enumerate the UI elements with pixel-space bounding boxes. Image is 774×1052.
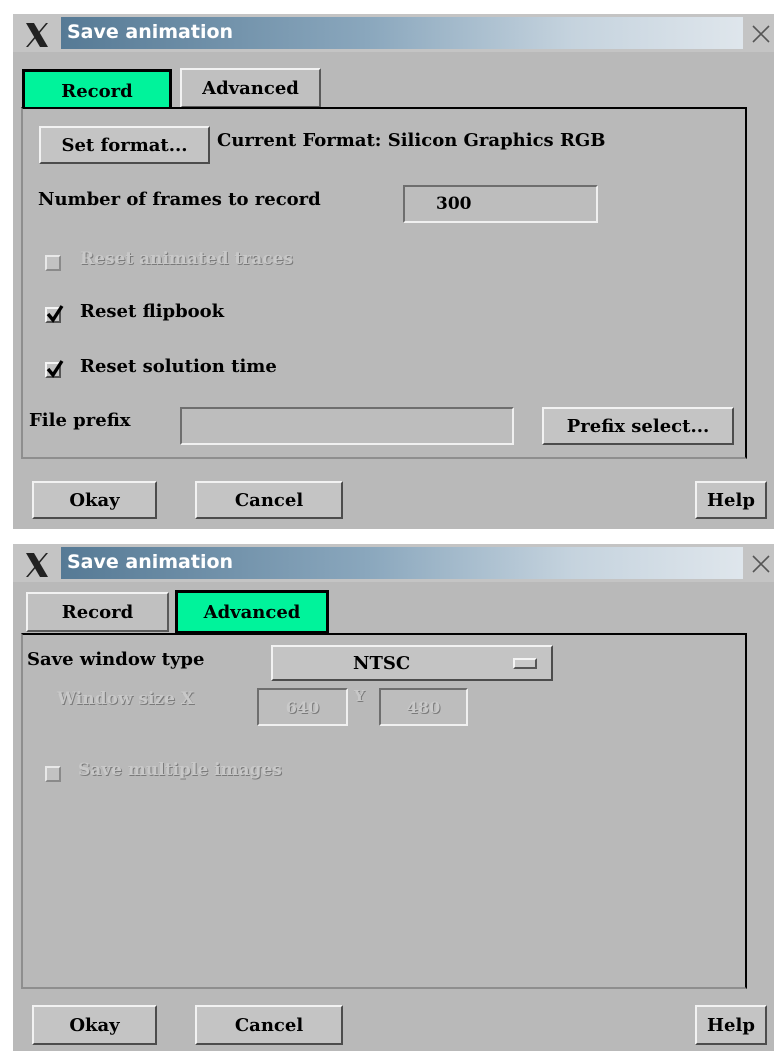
prefix-select-button[interactable]: Prefix select... [542,407,734,445]
reset-flipbook-label: Reset flipbook [80,301,225,322]
window-title: Save animation [67,21,234,43]
file-prefix-label: File prefix [29,410,131,431]
reset-animated-traces-checkbox[interactable] [45,255,61,271]
window-size-y-value: 480 [406,697,441,717]
okay-button[interactable]: Okay [32,481,157,519]
option-menu-icon [513,658,537,669]
advanced-panel: Save window type NTSC Window size X 640 … [21,633,747,989]
okay-button[interactable]: Okay [32,1005,157,1045]
tab-record-label: Record [61,80,133,102]
reset-animated-traces-label: Reset animated traces [80,249,293,269]
help-button[interactable]: Help [695,481,767,519]
help-button[interactable]: Help [695,1005,767,1045]
tab-advanced[interactable]: Advanced [175,590,329,634]
reset-solution-time-label: Reset solution time [80,356,277,377]
reset-flipbook-checkbox[interactable] [45,305,64,323]
cancel-button[interactable]: Cancel [195,1005,343,1045]
record-panel: Set format... Current Format: Silicon Gr… [21,107,747,459]
set-format-button[interactable]: Set format... [39,126,210,164]
frames-input[interactable]: 300 [403,185,598,223]
frames-label: Number of frames to record [38,189,321,210]
checkmark-icon [46,305,64,323]
x-window-icon[interactable] [24,552,50,578]
window-size-x-value: 640 [285,697,320,717]
save-window-type-dropdown[interactable]: NTSC [271,645,553,681]
window-size-y-label: Y [354,687,365,705]
save-multiple-images-checkbox[interactable] [45,766,61,782]
title-bar[interactable]: Save animation [13,544,774,582]
window-title: Save animation [67,551,234,573]
reset-solution-time-checkbox[interactable] [45,360,64,378]
tab-advanced-label: Advanced [203,601,301,623]
title-bar[interactable]: Save animation [13,14,774,52]
close-icon[interactable] [751,554,771,574]
window-size-y-input[interactable]: 480 [379,688,468,726]
tab-advanced[interactable]: Advanced [180,68,321,108]
tab-record[interactable]: Record [26,592,169,632]
close-icon[interactable] [751,24,771,44]
window-size-x-input[interactable]: 640 [257,688,348,726]
cancel-button[interactable]: Cancel [195,481,343,519]
window-size-label: Window size X [57,689,194,709]
tab-record-label: Record [61,601,134,623]
frames-value: 300 [436,194,472,214]
x-window-icon[interactable] [24,22,50,48]
save-window-type-label: Save window type [27,649,205,670]
current-format-text: Current Format: Silicon Graphics RGB [217,130,606,151]
tab-advanced-label: Advanced [202,77,299,99]
checkmark-icon [46,360,64,378]
save-animation-dialog-record: Save animation Record Advanced Set forma… [13,14,774,529]
save-multiple-images-label: Save multiple images [78,760,282,780]
save-window-type-value: NTSC [353,652,411,674]
file-prefix-input[interactable] [180,407,514,445]
save-animation-dialog-advanced: Save animation Record Advanced Save wind… [13,544,774,1051]
